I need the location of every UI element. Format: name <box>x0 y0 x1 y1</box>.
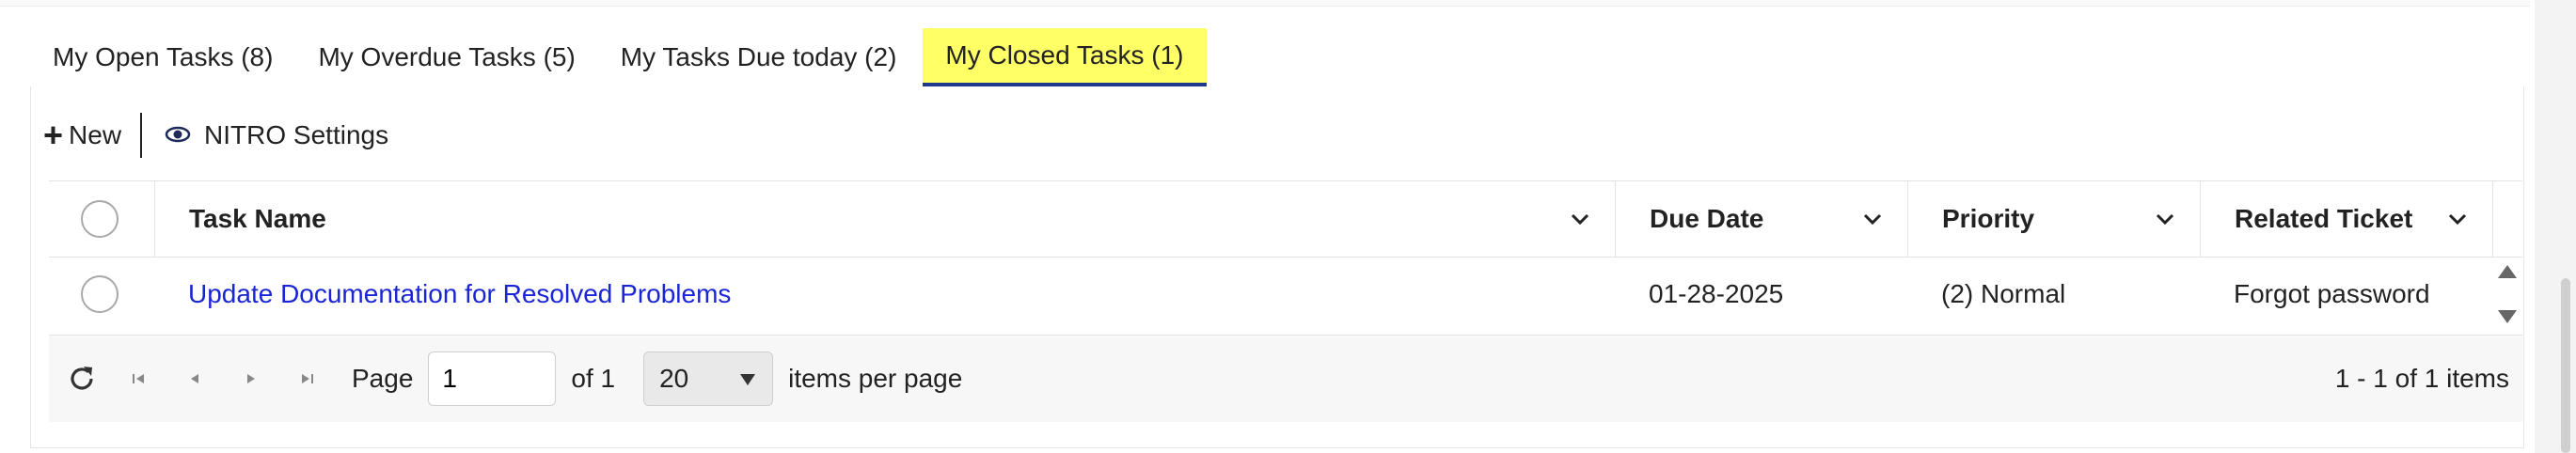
column-header-label: Priority <box>1942 204 2035 233</box>
cell-related-ticket: Forgot password <box>2234 279 2430 308</box>
task-name-link[interactable]: Update Documentation for Resolved Proble… <box>188 279 731 309</box>
new-button[interactable]: + New <box>34 118 131 152</box>
row-select-checkbox[interactable] <box>81 275 119 313</box>
column-header-related-ticket[interactable]: Related Ticket <box>2200 181 2492 257</box>
plus-icon: + <box>43 116 64 154</box>
first-page-icon[interactable] <box>115 355 162 402</box>
scroll-up-arrow-icon[interactable] <box>2498 265 2517 278</box>
page-number-input[interactable] <box>428 351 557 406</box>
tab-my-open-tasks[interactable]: My Open Tasks (8) <box>30 28 295 86</box>
tab-my-closed-tasks[interactable]: My Closed Tasks (1) <box>923 28 1207 86</box>
header-scroll-spacer <box>2492 181 2522 257</box>
last-page-icon[interactable] <box>284 355 331 402</box>
new-button-label: New <box>69 120 122 149</box>
eye-icon <box>165 120 191 150</box>
pager-summary: 1 - 1 of 1 items <box>2334 364 2509 393</box>
row-select-cell <box>49 258 154 331</box>
table-row[interactable]: Update Documentation for Resolved Proble… <box>49 258 2522 331</box>
tab-strip: My Open Tasks (8) My Overdue Tasks (5) M… <box>30 28 1207 86</box>
grid-pager: Page of 1 20 items per page 1 - 1 of 1 i… <box>49 335 2522 422</box>
page-scrollbar[interactable] <box>2535 0 2576 453</box>
cell-priority: (2) Normal <box>1941 279 2066 308</box>
page-size-value: 20 <box>659 364 689 393</box>
refresh-icon[interactable] <box>58 355 105 402</box>
caret-down-icon <box>740 374 756 385</box>
top-strip <box>0 0 2530 7</box>
nitro-settings-button[interactable]: NITRO Settings <box>155 120 398 150</box>
previous-page-icon[interactable] <box>171 355 218 402</box>
chevron-down-icon[interactable] <box>1860 207 1885 231</box>
scroll-down-arrow-icon[interactable] <box>2498 310 2517 323</box>
cell-task-name: Update Documentation for Resolved Proble… <box>154 258 1615 331</box>
column-header-due-date[interactable]: Due Date <box>1615 181 1907 257</box>
tab-my-tasks-due-today[interactable]: My Tasks Due today (2) <box>598 28 920 86</box>
grid-scrollbar[interactable] <box>2492 258 2522 331</box>
next-page-icon[interactable] <box>228 355 275 402</box>
grid-header: Task Name Due Date Priority Related Tick… <box>49 180 2522 258</box>
column-header-label: Task Name <box>189 204 326 233</box>
column-header-task-name[interactable]: Task Name <box>154 181 1615 257</box>
tab-my-overdue-tasks[interactable]: My Overdue Tasks (5) <box>295 28 597 86</box>
page-label: Page <box>352 364 414 393</box>
column-header-priority[interactable]: Priority <box>1907 181 2200 257</box>
chevron-down-icon[interactable] <box>2445 207 2470 231</box>
grid-toolbar: + New NITRO Settings <box>34 111 398 160</box>
chevron-down-icon[interactable] <box>1568 207 1592 231</box>
toolbar-divider <box>140 113 143 158</box>
page-size-select[interactable]: 20 <box>643 351 774 406</box>
pager-summary-wrap: 1 - 1 of 1 items <box>2335 336 2509 422</box>
column-header-label: Due Date <box>1650 204 1764 233</box>
header-select-cell <box>49 181 154 257</box>
select-all-checkbox[interactable] <box>81 200 119 238</box>
cell-due-date: 01-28-2025 <box>1649 279 1784 308</box>
page-scrollbar-thumb[interactable] <box>2561 278 2570 453</box>
nitro-settings-label: NITRO Settings <box>204 120 389 149</box>
page-count-label: of 1 <box>571 364 616 393</box>
items-per-page-label: items per page <box>788 364 963 393</box>
column-header-label: Related Ticket <box>2235 204 2413 233</box>
chevron-down-icon[interactable] <box>2153 207 2177 231</box>
